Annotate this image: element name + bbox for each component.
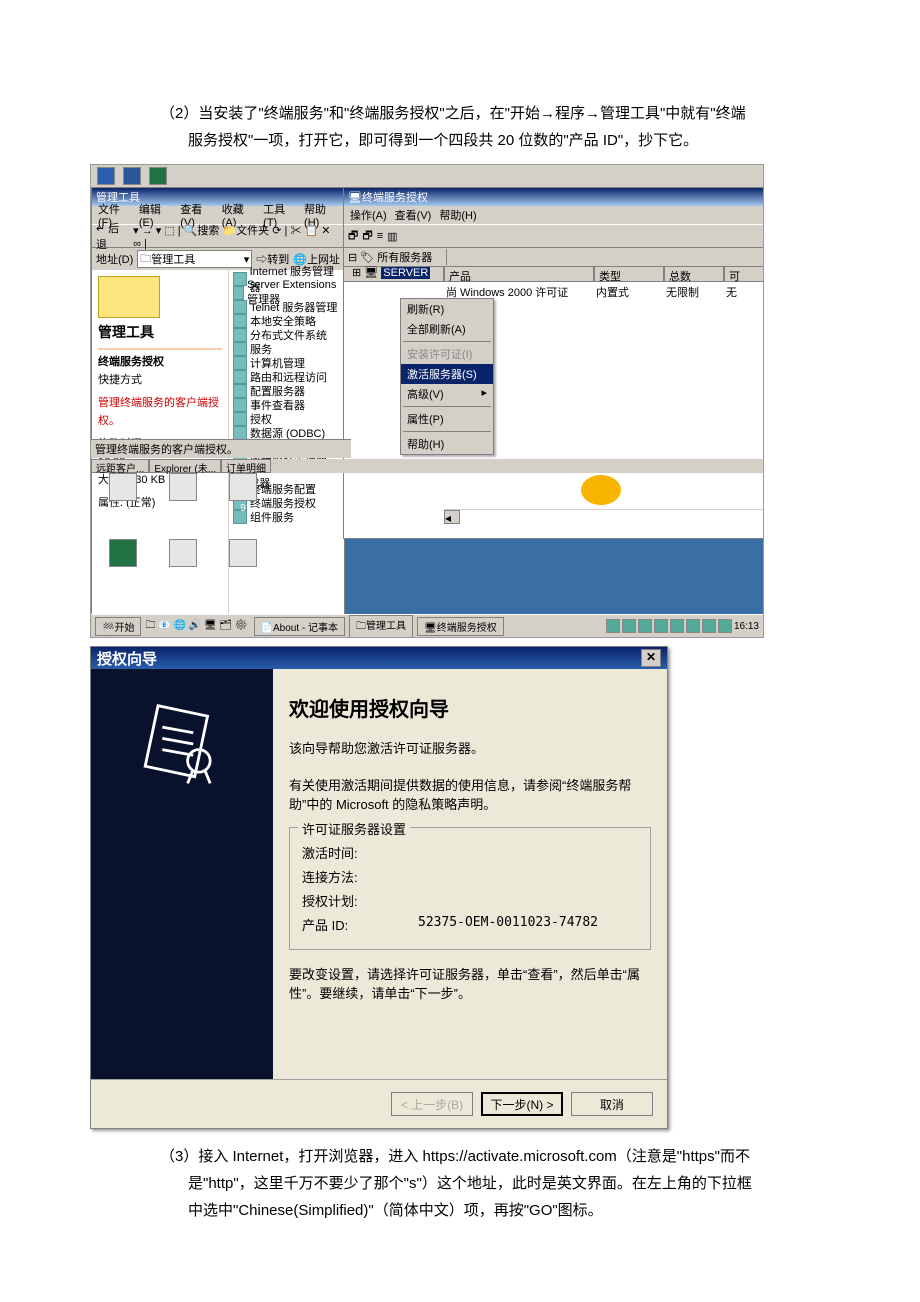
wizard-sidebar bbox=[91, 669, 273, 1079]
tray-icon[interactable] bbox=[702, 619, 716, 633]
desktop-icon[interactable] bbox=[97, 167, 115, 185]
back-button: < 上一步(B) bbox=[391, 1092, 473, 1116]
wizard-main: 欢迎使用授权向导 该向导帮助您激活许可证服务器。 有关使用激活期间提供数据的使用… bbox=[273, 669, 667, 1079]
word-icon[interactable] bbox=[123, 167, 141, 185]
next-button[interactable]: 下一步(N) > bbox=[481, 1092, 563, 1116]
paragraph-2: （2）当安装了"终端服务"和"终端服务授权"之后，在"开始→程序→管理工具"中就… bbox=[160, 100, 760, 154]
desktop-icon-cert[interactable]: 证书 bbox=[153, 539, 213, 591]
tray-icon[interactable] bbox=[638, 619, 652, 633]
taskbar: 🏁开始 🗀 📧 🌐 🔊 🖥 🗂 ⚙ 📄About - 记事本 🗀管理工具 🖥终端… bbox=[91, 614, 763, 637]
system-tray: 16:13 bbox=[602, 619, 763, 633]
wizard-buttons: < 上一步(B) 下一步(N) > 取消 bbox=[91, 1079, 667, 1128]
ctx-help[interactable]: 帮助(H) bbox=[401, 434, 493, 454]
label-plan: 授权计划: bbox=[302, 891, 382, 910]
tray-icon[interactable] bbox=[686, 619, 700, 633]
ts-btn4[interactable]: ▥ bbox=[387, 230, 397, 243]
col-product[interactable]: 产品 bbox=[444, 266, 594, 282]
list-item[interactable]: Server Extensions 管理器 bbox=[231, 286, 342, 300]
folder-banner-icon bbox=[98, 276, 160, 318]
label-activate-time: 激活时间: bbox=[302, 843, 382, 862]
address-label: 地址(D) bbox=[96, 251, 133, 267]
certificate-icon bbox=[137, 699, 227, 789]
tray-icon[interactable] bbox=[718, 619, 732, 633]
desktop-icon-9[interactable]: 9 bbox=[213, 473, 273, 533]
clock: 16:13 bbox=[734, 621, 759, 632]
wizard-privacy: 有关使用激活期间提供数据的使用信息，请参阅“终端服务帮助”中的 Microsof… bbox=[289, 775, 651, 813]
desktop-icon-ts-mgr[interactable]: 终端服务管理器 bbox=[93, 473, 153, 533]
list-item[interactable]: 授权 bbox=[231, 412, 342, 426]
tray-icon[interactable] bbox=[654, 619, 668, 633]
ts-licensing-window: 🖥 终端服务授权 操作(A) 查看(V) 帮助(H) 🗗 🗗 ≡ ▥ ⊟ 🏷 所… bbox=[343, 187, 764, 539]
wizard-intro: 该向导帮助您激活许可证服务器。 bbox=[289, 738, 651, 757]
cancel-button[interactable]: 取消 bbox=[571, 1092, 653, 1116]
label-product-id: 产品 ID: bbox=[302, 915, 382, 934]
group-legend: 许可证服务器设置 bbox=[298, 819, 410, 838]
back-button[interactable]: ↵ 后退 bbox=[96, 220, 129, 252]
col-avail[interactable]: 可 bbox=[724, 266, 764, 282]
wizard-heading: 欢迎使用授权向导 bbox=[289, 693, 651, 722]
ts-menubar: 操作(A) 查看(V) 帮助(H) bbox=[344, 206, 764, 224]
ts-btn2[interactable]: 🗗 bbox=[362, 227, 372, 246]
ctx-activate[interactable]: 激活服务器(S) bbox=[401, 364, 493, 384]
ctx-refresh[interactable]: 刷新(R) bbox=[401, 299, 493, 319]
excel-icon[interactable] bbox=[149, 167, 167, 185]
tab-order[interactable]: 订单明细 bbox=[221, 459, 271, 473]
tab-explorer[interactable]: Explorer (未... bbox=[149, 459, 221, 473]
desktop-icons: 终端服务管理器 无标题1 9 Microsoft Excel 证书 About bbox=[93, 473, 273, 591]
task-admin[interactable]: 🗀管理工具 bbox=[349, 615, 413, 638]
task-notepad[interactable]: 📄About - 记事本 bbox=[254, 617, 345, 636]
address-input[interactable]: 🗀 管理工具▾ bbox=[137, 250, 252, 268]
quick-icons: 🗀 📧 🌐 🔊 🖥 🗂 ⚙ bbox=[145, 618, 247, 635]
list-item[interactable]: 计算机管理 bbox=[231, 356, 342, 370]
col-total[interactable]: 总数 bbox=[664, 266, 724, 282]
ctx-advanced[interactable]: 高级(V)▸ bbox=[401, 384, 493, 404]
ts-toolbar: 🗗 🗗 ≡ ▥ bbox=[344, 224, 764, 248]
desktop-icon-excel[interactable]: Microsoft Excel bbox=[93, 539, 153, 591]
tray-icon[interactable] bbox=[606, 619, 620, 633]
folders-button[interactable]: 文件夹 bbox=[236, 225, 269, 237]
desktop-icon-untitled[interactable]: 无标题1 bbox=[153, 473, 213, 533]
task-ts[interactable]: 🖥终端服务授权 bbox=[417, 617, 504, 636]
list-item[interactable]: 分布式文件系统 bbox=[231, 328, 342, 342]
ts-menu-action[interactable]: 操作(A) bbox=[350, 207, 387, 223]
sleeping-emoji-icon bbox=[581, 475, 621, 505]
list-item[interactable]: 本地安全策略 bbox=[231, 314, 342, 328]
tray-icon[interactable] bbox=[622, 619, 636, 633]
paragraph-3: （3）接入 Internet，打开浏览器，进入 https://activate… bbox=[160, 1143, 760, 1224]
ts-menu-help[interactable]: 帮助(H) bbox=[439, 207, 476, 223]
admin-statusbar: 管理终端服务的客户端授权。 bbox=[91, 439, 351, 458]
label-conn-method: 连接方法: bbox=[302, 867, 382, 886]
col-type[interactable]: 类型 bbox=[594, 266, 664, 282]
ts-btn3[interactable]: ≡ bbox=[377, 230, 383, 242]
ts-titlebar: 🖥 终端服务授权 bbox=[344, 188, 764, 206]
panel-title: 管理工具 bbox=[98, 322, 222, 342]
tab-remote[interactable]: 远距客户... bbox=[91, 459, 149, 473]
list-item[interactable]: 数据源 (ODBC) bbox=[231, 426, 342, 440]
context-menu: 刷新(R) 全部刷新(A) 安装许可证(I) 激活服务器(S) 高级(V)▸ 属… bbox=[400, 298, 494, 455]
wizard-hint: 要改变设置，请选择许可证服务器，单击“查看”，然后单击“属性”。要继续，请单击“… bbox=[289, 964, 651, 1002]
ctx-refresh-all[interactable]: 全部刷新(A) bbox=[401, 319, 493, 339]
ctx-install: 安装许可证(I) bbox=[401, 344, 493, 364]
list-item[interactable]: 配置服务器 bbox=[231, 384, 342, 398]
tree-server[interactable]: SERVER bbox=[381, 267, 430, 279]
ts-btn1[interactable]: 🗗 bbox=[348, 227, 358, 246]
list-item[interactable]: 事件查看器 bbox=[231, 398, 342, 412]
licensing-wizard-dialog: 授权向导 ✕ 欢迎使用授权向导 该向导帮助您激活许可证服务器。 有关使用激活期间… bbox=[90, 646, 668, 1129]
quick-launch bbox=[91, 165, 763, 187]
screenshot-desktop: 管理工具 文件(F) 编辑(E) 查看(V) 收藏(A) 工具(T) 帮助(H)… bbox=[90, 164, 764, 638]
ts-menu-view[interactable]: 查看(V) bbox=[395, 207, 432, 223]
tree-root[interactable]: 所有服务器 bbox=[377, 252, 432, 264]
start-button[interactable]: 🏁开始 bbox=[95, 617, 141, 636]
list-item[interactable]: 服务 bbox=[231, 342, 342, 356]
ctx-properties[interactable]: 属性(P) bbox=[401, 409, 493, 429]
wizard-titlebar: 授权向导 ✕ bbox=[91, 647, 667, 669]
server-settings-group: 许可证服务器设置 激活时间: 连接方法: 授权计划: 产品 ID:52375-O… bbox=[289, 827, 651, 950]
desktop-icon-about[interactable]: About bbox=[213, 539, 273, 591]
close-button[interactable]: ✕ bbox=[641, 649, 661, 667]
search-button[interactable]: 搜索 bbox=[197, 225, 219, 237]
list-item[interactable]: 路由和远程访问 bbox=[231, 370, 342, 384]
value-product-id: 52375-OEM-0011023-74782 bbox=[418, 915, 598, 934]
tray-icon[interactable] bbox=[670, 619, 684, 633]
